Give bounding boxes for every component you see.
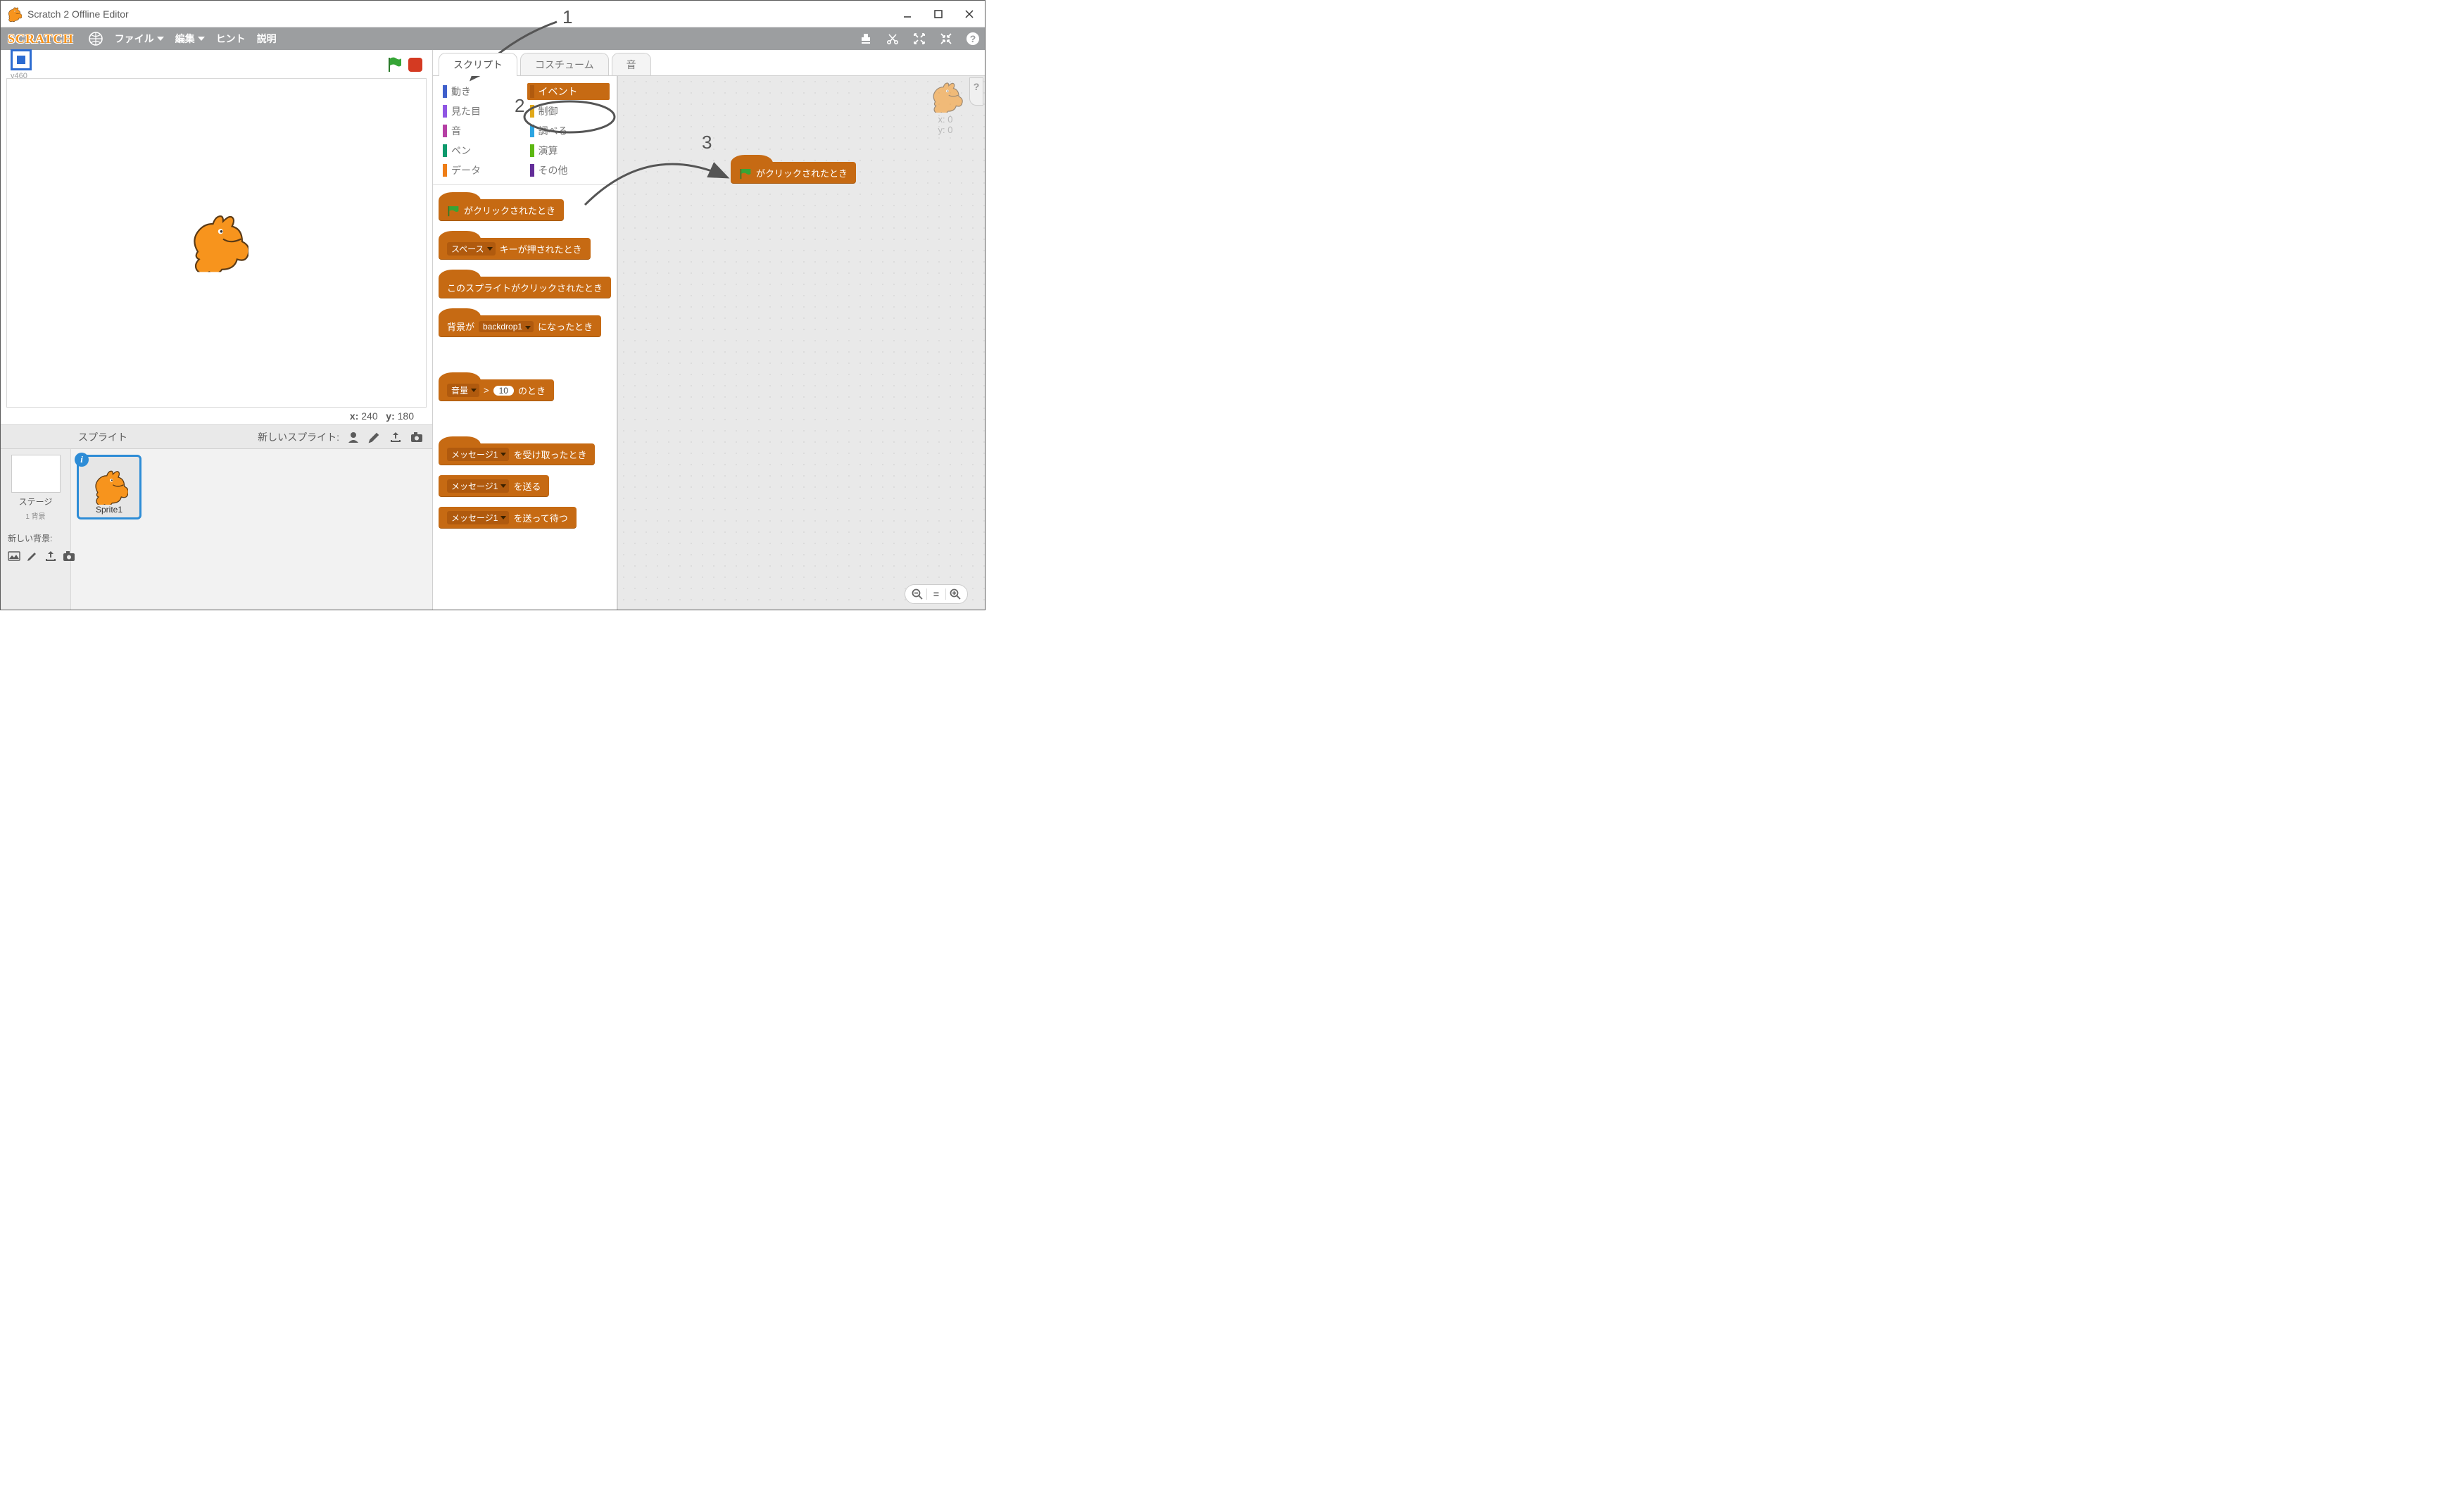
swatch-icon xyxy=(443,105,447,118)
block-when-flag-clicked[interactable]: がクリックされたとき xyxy=(439,199,564,221)
sprite-info-button[interactable]: i xyxy=(75,453,89,467)
scripts-canvas[interactable]: ? x: 0 y: 0 がクリックされたとき xyxy=(617,76,985,610)
tab-scripts[interactable]: スクリプト xyxy=(439,53,517,76)
maximize-button[interactable] xyxy=(928,4,948,24)
fullscreen-icon xyxy=(11,49,32,70)
zoom-out-button[interactable] xyxy=(909,586,925,602)
swatch-icon xyxy=(530,144,534,157)
help-tab[interactable]: ? xyxy=(969,77,983,106)
menu-edit[interactable]: 編集 xyxy=(175,32,205,46)
zoom-reset-button[interactable]: = xyxy=(928,586,944,602)
category-events[interactable]: イベント xyxy=(527,83,610,100)
category-pen[interactable]: ペン xyxy=(440,142,523,159)
green-flag-icon xyxy=(447,204,460,217)
block-when-backdrop-switches[interactable]: 背景が backdrop1 になったとき xyxy=(439,315,601,337)
sprites-header-label: スプライト xyxy=(78,430,127,444)
swatch-icon xyxy=(530,164,534,177)
category-operators[interactable]: 演算 xyxy=(527,142,610,159)
scratch-cat-icon xyxy=(6,6,22,22)
new-sprite-label: 新しいスプライト: xyxy=(258,430,339,444)
scissors-icon[interactable] xyxy=(885,31,900,46)
window-titlebar: Scratch 2 Offline Editor xyxy=(1,1,985,27)
stop-button[interactable] xyxy=(408,58,422,72)
number-input[interactable]: 10 xyxy=(493,386,514,396)
grow-icon[interactable] xyxy=(912,31,927,46)
chevron-down-icon xyxy=(157,37,164,41)
sprite-list: i Sprite1 xyxy=(71,449,432,610)
blocks-palette-list: がクリックされたとき スペース キーが押されたとき このスプライトがクリックされ… xyxy=(433,185,617,610)
choose-backdrop-icon[interactable] xyxy=(8,550,20,562)
camera-sprite-icon[interactable] xyxy=(410,430,424,444)
tab-sounds[interactable]: 音 xyxy=(612,53,651,76)
menu-bar: SCRATCH ファイル 編集 ヒント 説明 ? xyxy=(1,27,985,50)
category-looks[interactable]: 見た目 xyxy=(440,103,523,120)
zoom-in-button[interactable] xyxy=(947,586,963,602)
dropdown-message[interactable]: メッセージ1 xyxy=(447,511,509,524)
dropdown-backdrop[interactable]: backdrop1 xyxy=(479,321,534,332)
fullscreen-button[interactable]: v460 xyxy=(11,49,32,80)
swatch-icon xyxy=(443,144,447,157)
divider xyxy=(945,588,946,600)
upload-sprite-icon[interactable] xyxy=(389,430,403,444)
stage-thumb-label: ステージ xyxy=(19,496,53,508)
stage-canvas[interactable] xyxy=(6,78,427,408)
category-motion[interactable]: 動き xyxy=(440,83,523,100)
green-flag-icon xyxy=(739,167,752,179)
choose-sprite-icon[interactable] xyxy=(346,430,360,444)
zoom-controls: = xyxy=(905,584,968,604)
dropdown-sensor[interactable]: 音量 xyxy=(447,384,479,397)
sprite-on-stage[interactable] xyxy=(185,214,248,272)
swatch-icon xyxy=(530,105,534,118)
menu-about[interactable]: 説明 xyxy=(257,32,277,46)
category-control[interactable]: 制御 xyxy=(527,103,610,120)
block-categories: 動き イベント 見た目 制御 音 調べる ペン 演算 データ その他 xyxy=(433,76,617,185)
help-icon[interactable]: ? xyxy=(965,31,981,46)
sprite-info-corner: x: 0 y: 0 xyxy=(927,82,964,135)
category-data[interactable]: データ xyxy=(440,162,523,179)
window-title: Scratch 2 Offline Editor xyxy=(27,8,129,20)
category-more[interactable]: その他 xyxy=(527,162,610,179)
menu-file[interactable]: ファイル xyxy=(115,32,164,46)
divider xyxy=(926,588,927,600)
category-sensing[interactable]: 調べる xyxy=(527,122,610,139)
paint-backdrop-icon[interactable] xyxy=(26,550,39,562)
sprite-name-label: Sprite1 xyxy=(96,505,122,515)
shrink-icon[interactable] xyxy=(938,31,954,46)
stage-thumbnail[interactable] xyxy=(11,455,61,493)
dropdown-message[interactable]: メッセージ1 xyxy=(447,448,509,461)
editor-tabs: スクリプト コスチューム 音 xyxy=(433,50,985,76)
block-broadcast-wait[interactable]: メッセージ1 を送って待つ xyxy=(439,507,577,529)
dropdown-message[interactable]: メッセージ1 xyxy=(447,479,509,493)
minimize-button[interactable] xyxy=(898,4,917,24)
stage-thumb-sub: 1 背景 xyxy=(25,510,45,521)
paint-sprite-icon[interactable] xyxy=(367,430,382,444)
swatch-icon xyxy=(443,125,447,137)
swatch-icon xyxy=(530,85,534,98)
close-button[interactable] xyxy=(959,4,979,24)
script-block-when-flag-clicked[interactable]: がクリックされたとき xyxy=(731,162,856,184)
block-when-sprite-clicked[interactable]: このスプライトがクリックされたとき xyxy=(439,277,611,298)
menu-hints[interactable]: ヒント xyxy=(216,32,246,46)
stamp-icon[interactable] xyxy=(858,31,874,46)
sprite-thumbnail[interactable]: i Sprite1 xyxy=(77,455,141,519)
chevron-down-icon xyxy=(198,37,205,41)
scratch-logo[interactable]: SCRATCH xyxy=(5,32,77,46)
svg-text:?: ? xyxy=(970,33,976,44)
block-broadcast[interactable]: メッセージ1 を送る xyxy=(439,475,549,497)
category-sound[interactable]: 音 xyxy=(440,122,523,139)
new-backdrop-label: 新しい背景: xyxy=(5,532,52,544)
block-when-key-pressed[interactable]: スペース キーが押されたとき xyxy=(439,238,591,260)
sprite-corner-thumb xyxy=(927,82,964,113)
dropdown-key[interactable]: スペース xyxy=(447,242,496,256)
swatch-icon xyxy=(443,85,447,98)
upload-backdrop-icon[interactable] xyxy=(44,550,57,562)
block-when-loudness-gt[interactable]: 音量 > 10 のとき xyxy=(439,379,554,401)
green-flag-button[interactable] xyxy=(387,57,403,73)
block-when-receive[interactable]: メッセージ1 を受け取ったとき xyxy=(439,443,595,465)
stage-coords: x: 240 y: 180 xyxy=(6,408,427,424)
tab-costumes[interactable]: コスチューム xyxy=(520,53,609,76)
swatch-icon xyxy=(443,164,447,177)
swatch-icon xyxy=(530,125,534,137)
globe-icon[interactable] xyxy=(88,31,103,46)
